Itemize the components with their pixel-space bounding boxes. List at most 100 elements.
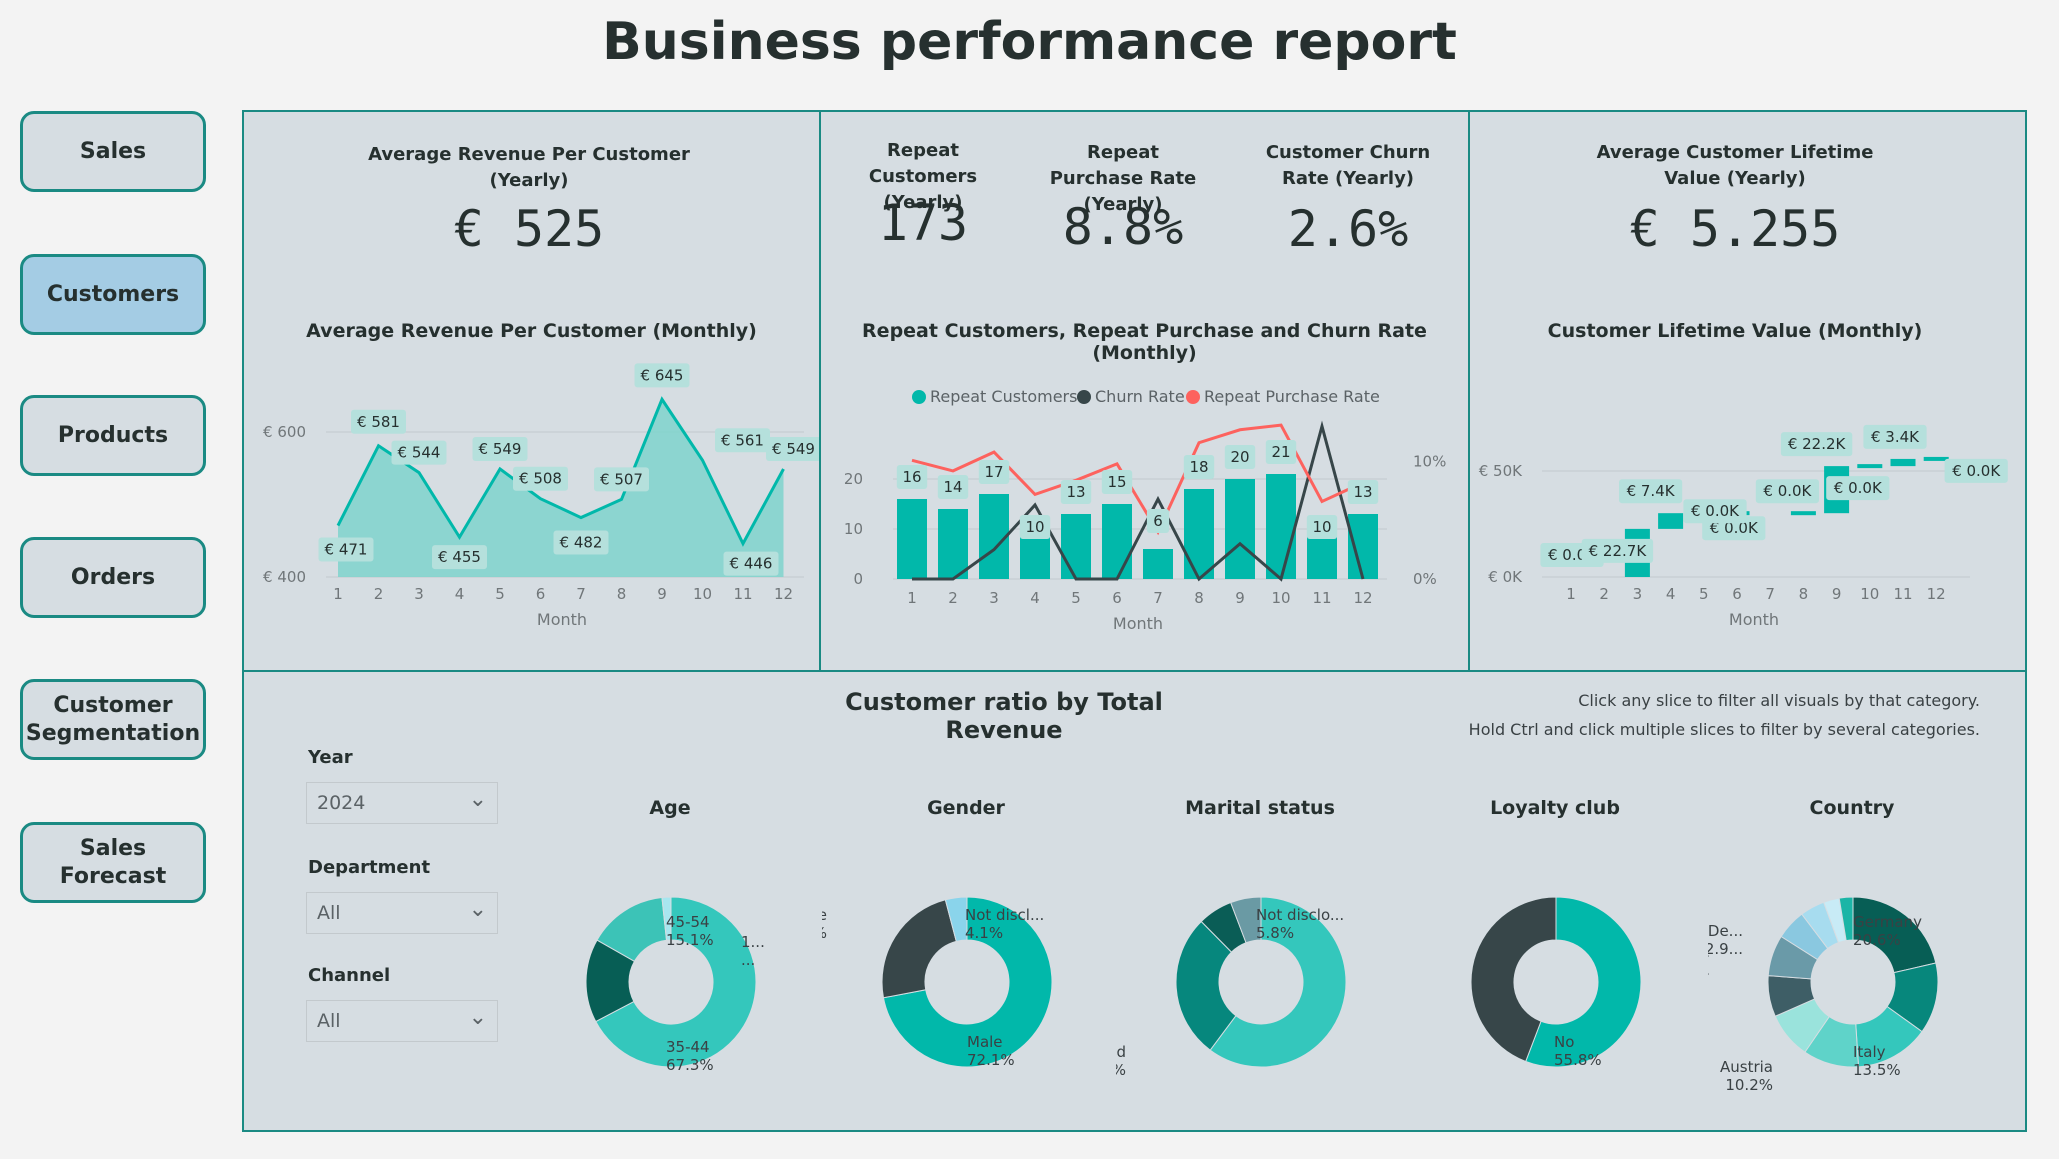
hint-text-1: Click any slice to filter all visuals by… (1578, 691, 1980, 710)
x-tick-label: 12 (774, 585, 793, 603)
nav-button-label: Sales Forecast (59, 835, 167, 889)
department-slicer-value: All (317, 902, 341, 924)
bar (1348, 514, 1378, 579)
year-slicer[interactable]: 2024 ⌄ (306, 782, 498, 824)
nav-button-customers[interactable]: Customers (20, 254, 206, 335)
country-donut-chart[interactable]: Germany20.6%Italy13.5%Austria10.2%F...8.… (1708, 832, 1998, 1092)
legend-marker (1186, 390, 1200, 404)
hint-text-2: Hold Ctrl and click multiple slices to f… (1468, 720, 1980, 739)
data-label: € 22.7K (1589, 542, 1648, 560)
bar (938, 509, 968, 579)
x-tick-label: 11 (733, 585, 752, 603)
marital-donut-chart[interactable]: Married60.2%Sin...27....Not disclo...5.8… (1116, 832, 1406, 1092)
data-label: € 561 (721, 431, 764, 449)
x-tick-label: 1 (333, 585, 343, 603)
x-tick-label: 4 (455, 585, 465, 603)
x-tick-label: 10 (693, 585, 712, 603)
donut-slice-percent: ... (741, 951, 755, 969)
data-label: € 0.0K (1952, 462, 2001, 480)
data-label: € 3.4K (1871, 428, 1920, 446)
donut-slice-percent: 15.1% (666, 931, 714, 949)
channel-slicer-value: All (317, 1010, 341, 1032)
data-label: € 508 (519, 470, 562, 488)
donut-slice-percent: 55.8% (1554, 1051, 1602, 1069)
donut-slice (881, 899, 957, 999)
y-tick-label: € 400 (263, 568, 306, 586)
donut-slice-percent: 67.3% (666, 1056, 714, 1074)
data-label: € 446 (730, 555, 773, 573)
clv-kpi-label: Average Customer Lifetime Value (Yearly) (1596, 142, 1874, 189)
bar (1184, 489, 1214, 579)
bar-data-label: 15 (1107, 473, 1126, 491)
bar (1061, 514, 1091, 579)
churn-kpi-label: Customer Churn Rate (Yearly) (1265, 142, 1431, 189)
repeat-panel: Repeat Customers (Yearly) 173 Repeat Pur… (819, 110, 1470, 672)
age-donut-title: Age (649, 797, 691, 819)
gender-donut-title: Gender (927, 797, 1005, 819)
x-tick-label: 2 (1599, 585, 1609, 603)
arpc-area-chart[interactable]: € 600 € 400 € 471 € 581 € 544 € 455 € 549 € 508… (244, 342, 819, 672)
nav-button-sales[interactable]: Sales (20, 111, 206, 192)
x-tick-label: 7 (1153, 589, 1163, 607)
y-left-tick-label: 20 (844, 470, 863, 488)
loyalty-donut-chart[interactable]: No55.8%Yes44.... (1411, 832, 1701, 1092)
bar-data-label: 10 (1025, 518, 1044, 536)
year-slicer-label: Year (308, 747, 353, 768)
donut-slice-label: 1... (741, 933, 765, 951)
repeat-purchase-kpi-value: 8.8% (1062, 198, 1184, 256)
donut-slice-label: 35-44 (666, 1038, 710, 1056)
donut-slice-label: Male (967, 1033, 1003, 1051)
donut-slice-percent: 60.2% (1116, 1061, 1126, 1079)
marital-donut-title: Marital status (1185, 797, 1335, 819)
x-tick-label: 10 (1860, 585, 1879, 603)
x-tick-label: 9 (657, 585, 667, 603)
chevron-down-icon: ⌄ (468, 1005, 487, 1030)
donut-slice-percent: 4.1% (965, 924, 1003, 942)
nav-button-customer-segmentation[interactable]: Customer Segmentation (20, 679, 206, 760)
data-label: € 507 (600, 470, 643, 488)
bar-data-label: 13 (1066, 483, 1085, 501)
department-slicer[interactable]: All ⌄ (306, 892, 498, 934)
legend-label: Repeat Purchase Rate (1204, 387, 1380, 406)
gender-donut-chart[interactable]: Male72.1% Female23.9% Not discl...4.1% (822, 832, 1112, 1092)
data-label: € 7.4K (1627, 482, 1676, 500)
x-tick-label: 5 (1071, 589, 1081, 607)
x-axis-label: Month (1729, 610, 1779, 629)
x-tick-label: 2 (374, 585, 384, 603)
x-tick-label: 5 (1699, 585, 1709, 603)
repeat-combo-chart[interactable]: Repeat Customers Churn Rate Repeat Purchas… (821, 342, 1468, 672)
nav-button-label: Sales (79, 138, 147, 164)
nav-button-sales-forecast[interactable]: Sales Forecast (20, 822, 206, 903)
donut-slice-label: Austria (1720, 1058, 1773, 1076)
arpc-kpi-label: Average Revenue Per Customer (Yearly) (368, 144, 690, 191)
waterfall-bar (1658, 513, 1684, 529)
chevron-down-icon: ⌄ (468, 897, 487, 922)
y-tick-label: € 0K (1488, 568, 1523, 586)
donut-slice-percent: 5.8% (1256, 924, 1294, 942)
customer-ratio-panel: Customer ratio by Total Revenue Click an… (242, 670, 2027, 1132)
bar-data-label: 17 (984, 463, 1003, 481)
channel-slicer[interactable]: All ⌄ (306, 1000, 498, 1042)
x-tick-label: 3 (1633, 585, 1643, 603)
nav-button-label: Orders (70, 564, 156, 590)
nav-button-label: Customer Segmentation (25, 692, 201, 746)
nav-button-label: Products (57, 422, 169, 448)
data-label: € 22.2K (1788, 435, 1847, 453)
customer-ratio-title: Customer ratio by Total Revenue (845, 688, 1163, 744)
y-left-tick-label: 10 (844, 520, 863, 538)
donut-slice-label: Married (1116, 1043, 1126, 1061)
x-tick-label: 9 (1235, 589, 1245, 607)
bar (1143, 549, 1173, 579)
nav-button-orders[interactable]: Orders (20, 537, 206, 618)
clv-waterfall-chart[interactable]: € 0K € 50K € 0.0K € 22.7K € 7.4K € 0.0K € 0.0K… (1470, 342, 2025, 672)
age-donut-chart[interactable]: 35-4467.3%25-3415.9%45-5415.1%1...... (526, 832, 816, 1092)
nav-button-products[interactable]: Products (20, 395, 206, 476)
y-right-tick-label: 10% (1413, 453, 1446, 471)
bar (1225, 479, 1255, 579)
clv-kpi-value: € 5.255 (1629, 200, 1841, 258)
y-tick-label: € 600 (263, 423, 306, 441)
donut-slice-percent: 72.1% (967, 1051, 1015, 1069)
donut-slice-percent: 2.9... (1708, 940, 1743, 958)
bar-data-label: 21 (1271, 443, 1290, 461)
donut-slice-label: Germany (1853, 913, 1922, 931)
